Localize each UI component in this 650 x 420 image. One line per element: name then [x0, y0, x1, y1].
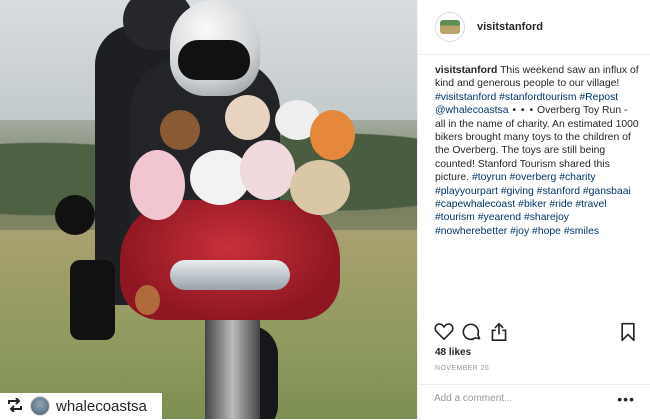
post-panel: visitstanford visitstanford This weekend…: [417, 0, 650, 419]
action-bar: [434, 322, 639, 344]
bookmark-icon[interactable]: [620, 322, 636, 347]
badge-username: whalecoastsa: [56, 397, 147, 415]
post-caption: visitstanford This weekend saw an influx…: [418, 55, 650, 238]
black-toy: [55, 195, 95, 235]
share-icon[interactable]: [490, 322, 508, 347]
more-options-icon[interactable]: •••: [617, 391, 635, 407]
small-teddy: [135, 285, 160, 315]
caption-username[interactable]: visitstanford: [435, 65, 497, 76]
likes-count[interactable]: 48 likes: [435, 347, 471, 358]
heart-icon[interactable]: [434, 322, 454, 345]
comment-input[interactable]: Add a comment...: [434, 393, 512, 404]
pink-bear: [240, 140, 295, 200]
post-header: visitstanford: [418, 0, 650, 55]
cream-teddy: [225, 95, 270, 140]
comment-icon[interactable]: [462, 322, 482, 347]
header-username[interactable]: visitstanford: [477, 21, 543, 33]
rider-boot: [70, 260, 115, 340]
avatar-image: [440, 20, 460, 34]
caption-dots: • • •: [508, 105, 535, 117]
badge-avatar: [30, 396, 50, 416]
comment-bar: Add a comment... •••: [418, 384, 650, 420]
motorcycle-headlight: [170, 260, 290, 290]
repost-icon: [6, 397, 24, 414]
orange-toy: [310, 110, 355, 160]
post-photo[interactable]: whalecoastsa: [0, 0, 417, 419]
helmet-visor: [178, 40, 250, 80]
post-date: NOVEMBER 26: [435, 365, 490, 372]
profile-avatar[interactable]: [435, 12, 465, 42]
pink-teddy: [130, 150, 185, 220]
brown-teddy: [160, 110, 200, 150]
repost-badge[interactable]: whalecoastsa: [0, 393, 162, 419]
beige-teddy: [290, 160, 350, 215]
